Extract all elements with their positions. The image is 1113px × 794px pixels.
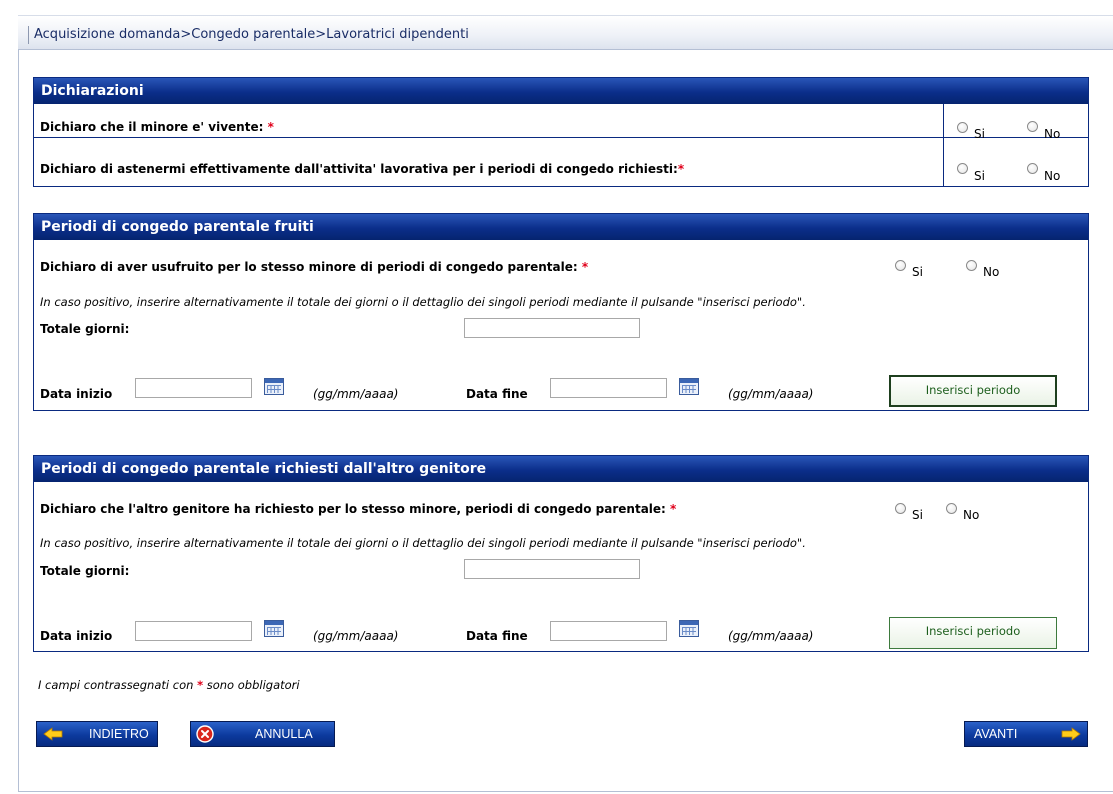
radio-altro-no[interactable]: [946, 503, 957, 514]
question-text: Dichiaro di aver usufruito per lo stesso…: [40, 260, 578, 274]
required-mark: *: [581, 260, 589, 274]
cancel-icon: [196, 725, 214, 743]
radio-label-si: Si: [974, 127, 985, 141]
question-astensione: Dichiaro di astenermi effettivamente dal…: [40, 162, 684, 176]
radio-label-no: No: [1044, 169, 1061, 183]
data-fine-label: Data fine: [466, 387, 528, 401]
radio-label-no: No: [983, 265, 1000, 279]
required-mark: *: [670, 502, 677, 516]
date-format-hint: (gg/mm/aaaa): [728, 629, 814, 643]
cancel-button[interactable]: ANNULLA: [190, 721, 335, 747]
data-fine-input[interactable]: [550, 621, 667, 641]
back-button[interactable]: INDIETRO: [36, 721, 158, 747]
question-text: Dichiaro di astenermi effettivamente dal…: [40, 162, 678, 176]
question-text: Dichiaro che il minore e' vivente:: [40, 120, 264, 134]
section-title: Periodi di congedo parentale fruiti: [34, 214, 1088, 240]
required-mark: *: [677, 162, 685, 176]
row-divider: [34, 137, 1088, 138]
section-dichiarazioni: Dichiarazioni Dichiaro che il minore e' …: [33, 77, 1089, 187]
data-fine-label: Data fine: [466, 629, 528, 643]
date-format-hint: (gg/mm/aaaa): [313, 387, 399, 401]
footnote-text: sono obbligatori: [206, 678, 300, 692]
radio-label-si: Si: [974, 169, 985, 183]
next-label: AVANTI: [974, 727, 1018, 741]
radio-altro-si[interactable]: [895, 503, 906, 514]
next-button[interactable]: AVANTI: [964, 721, 1088, 747]
breadcrumb: Acquisizione domanda>Congedo parentale>L…: [34, 27, 469, 42]
column-divider: [943, 104, 944, 186]
radio-label-si: Si: [912, 265, 923, 279]
required-mark: *: [267, 120, 274, 134]
breadcrumb-bar: Acquisizione domanda>Congedo parentale>L…: [18, 15, 1113, 50]
section-title: Periodi di congedo parentale richiesti d…: [34, 456, 1088, 482]
info-note: In caso positivo, inserire alternativame…: [40, 295, 806, 309]
back-label: INDIETRO: [89, 727, 149, 741]
radio-label-no: No: [1044, 127, 1061, 141]
data-inizio-label: Data inizio: [40, 387, 113, 401]
question-minore-vivente: Dichiaro che il minore e' vivente: *: [40, 120, 274, 134]
totale-giorni-label: Totale giorni:: [40, 564, 130, 578]
question-altro-genitore: Dichiaro che l'altro genitore ha richies…: [40, 502, 676, 516]
insert-period-button[interactable]: Inserisci periodo: [889, 375, 1057, 407]
question-text: Dichiaro che l'altro genitore ha richies…: [40, 502, 666, 516]
section-periodi-fruiti: Periodi di congedo parentale fruiti Dich…: [33, 213, 1089, 411]
totale-giorni-input[interactable]: [464, 318, 640, 338]
totale-giorni-input[interactable]: [464, 559, 640, 579]
cancel-label: ANNULLA: [255, 727, 313, 741]
date-format-hint: (gg/mm/aaaa): [728, 387, 814, 401]
footnote-text: I campi contrassegnati con: [38, 678, 194, 692]
radio-usufruito-si[interactable]: [895, 260, 906, 271]
arrow-left-icon: [43, 727, 63, 741]
calendar-icon[interactable]: [679, 378, 699, 395]
data-fine-input[interactable]: [550, 378, 667, 398]
radio-vivente-si[interactable]: [957, 122, 968, 133]
info-note: In caso positivo, inserire alternativame…: [40, 536, 806, 550]
required-fields-note: I campi contrassegnati con * sono obblig…: [38, 678, 300, 692]
insert-period-button[interactable]: Inserisci periodo: [889, 617, 1057, 649]
radio-astensione-si[interactable]: [957, 163, 968, 174]
radio-label-si: Si: [912, 508, 923, 522]
radio-astensione-no[interactable]: [1027, 163, 1038, 174]
radio-vivente-no[interactable]: [1027, 121, 1038, 132]
section-title: Dichiarazioni: [34, 78, 1088, 104]
calendar-icon[interactable]: [264, 620, 284, 637]
date-format-hint: (gg/mm/aaaa): [313, 629, 399, 643]
data-inizio-label: Data inizio: [40, 629, 113, 643]
section-altro-genitore: Periodi di congedo parentale richiesti d…: [33, 455, 1089, 652]
breadcrumb-separator: [28, 26, 29, 44]
radio-usufruito-no[interactable]: [966, 260, 977, 271]
radio-label-no: No: [963, 508, 980, 522]
required-mark: *: [197, 678, 204, 692]
calendar-icon[interactable]: [679, 620, 699, 637]
question-usufruito: Dichiaro di aver usufruito per lo stesso…: [40, 260, 588, 274]
data-inizio-input[interactable]: [135, 621, 252, 641]
data-inizio-input[interactable]: [135, 378, 252, 398]
totale-giorni-label: Totale giorni:: [40, 322, 130, 336]
arrow-right-icon: [1061, 727, 1081, 741]
calendar-icon[interactable]: [264, 378, 284, 395]
